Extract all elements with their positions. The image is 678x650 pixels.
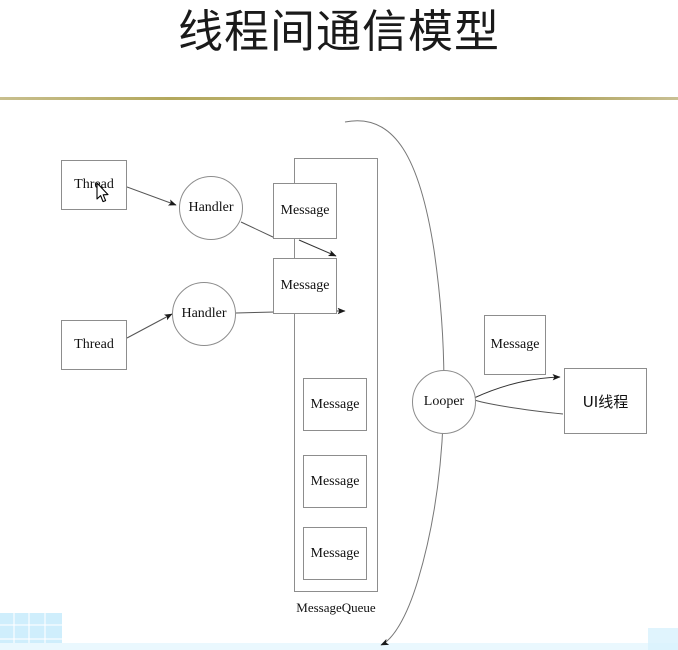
node-message-3[interactable]: Message: [303, 378, 367, 431]
node-label: UI线程: [582, 392, 629, 411]
thread-communication-diagram: MessageQueue Thread Handler Message Mess…: [0, 0, 678, 650]
node-label: Thread: [74, 177, 114, 192]
node-thread-2[interactable]: Thread: [61, 320, 127, 370]
node-label: Handler: [181, 306, 227, 321]
node-label: Message: [280, 278, 330, 293]
node-label: Message: [280, 203, 330, 218]
node-handler-2[interactable]: Handler: [172, 282, 236, 346]
node-label: Message: [310, 545, 360, 561]
node-label: Message: [310, 473, 360, 489]
node-label: Message: [490, 337, 540, 352]
edge-handler2-message2: [235, 311, 276, 314]
edge-message1-queue: [298, 239, 337, 257]
node-message-1[interactable]: Message: [273, 183, 337, 239]
node-label: Looper: [423, 394, 465, 409]
edge-handler1-message1: [240, 221, 276, 239]
edge-looper-uithread: [473, 374, 561, 399]
edge-uithread-looper: [473, 399, 564, 415]
node-label: Message: [310, 396, 360, 412]
node-label: Thread: [74, 337, 114, 352]
node-looper[interactable]: Looper: [412, 370, 476, 434]
edge-thread2-handler2: [126, 313, 173, 339]
message-queue-label: MessageQueue: [296, 600, 376, 615]
node-message-2[interactable]: Message: [273, 258, 337, 314]
node-message-5[interactable]: Message: [303, 527, 367, 580]
node-ui-thread[interactable]: UI线程: [564, 368, 647, 434]
node-thread-1[interactable]: Thread: [61, 160, 127, 210]
node-handler-1[interactable]: Handler: [179, 176, 243, 240]
edge-thread1-handler1: [126, 186, 177, 206]
node-message-6[interactable]: Message: [484, 315, 546, 375]
node-message-4[interactable]: Message: [303, 455, 367, 508]
node-label: Handler: [188, 200, 234, 215]
slide-canvas: 线程间通信模型 MessageQueue Thread Handler Mess…: [0, 0, 678, 650]
